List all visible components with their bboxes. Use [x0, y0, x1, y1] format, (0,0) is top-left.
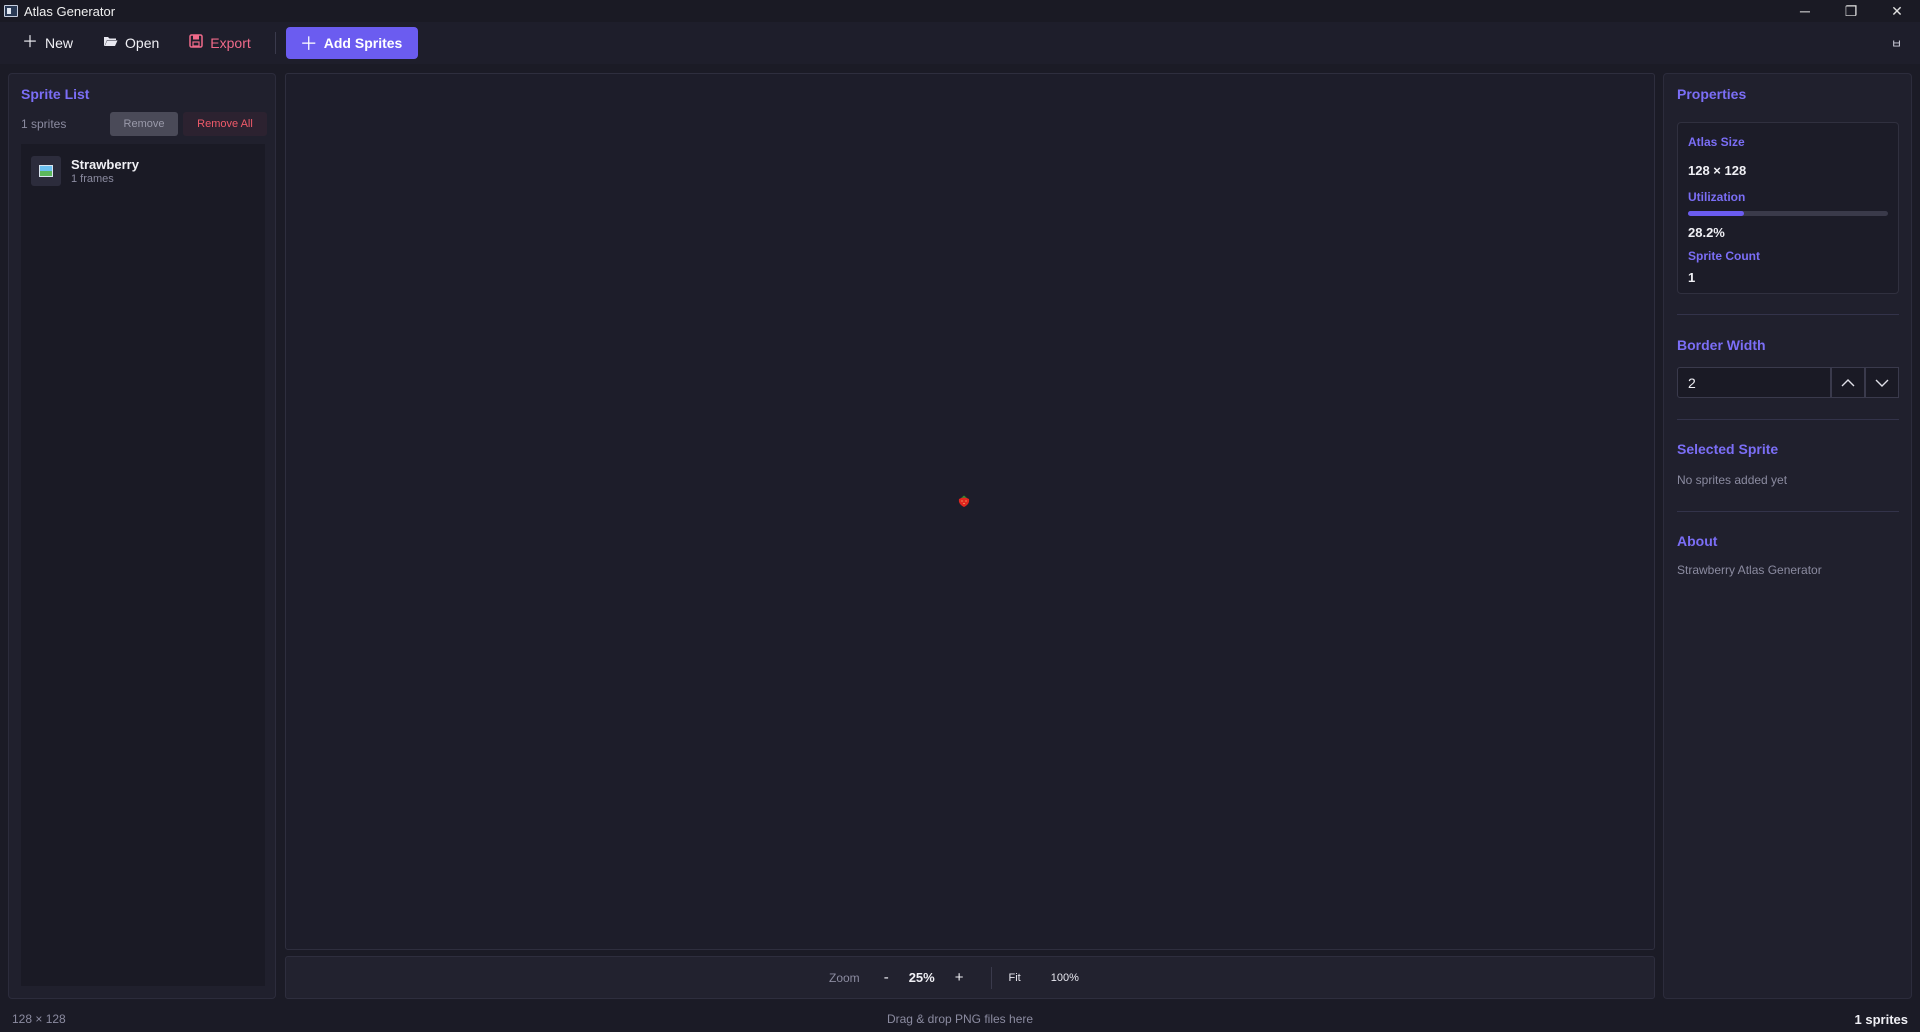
divider: [1677, 419, 1899, 420]
window-title: Atlas Generator: [24, 3, 116, 19]
sprite-list-panel: Sprite List 1 sprites Remove Remove All …: [8, 73, 276, 999]
status-bar: 128 × 128 Drag & drop PNG files here 1 s…: [0, 1007, 1920, 1032]
open-button-label: Open: [125, 35, 160, 51]
plus-icon: ＋: [22, 34, 39, 51]
app-icon: [4, 5, 18, 17]
status-hint: Drag & drop PNG files here: [886, 1012, 1034, 1026]
utilization-bar-fill: [1688, 211, 1745, 216]
export-button[interactable]: Export: [181, 28, 258, 58]
zoom-100-button[interactable]: 100%: [1051, 972, 1079, 984]
toolbar-menu-icon[interactable]: ㅂ: [1891, 35, 1902, 52]
toolbar: ＋ New Open Export ＋ Add Sprites ㅂ: [0, 22, 1920, 64]
add-sprites-button[interactable]: ＋ Add Sprites: [285, 27, 419, 59]
selected-sprite-message: No sprites added yet: [1677, 473, 1788, 487]
close-icon[interactable]: ✕: [1874, 0, 1920, 22]
zoom-fit-button[interactable]: Fit: [1008, 972, 1020, 984]
zoom-bar: Zoom - 25% + Fit 100%: [285, 956, 1655, 999]
zoom-divider: [991, 966, 993, 989]
open-button[interactable]: Open: [95, 28, 167, 58]
about-title: About: [1677, 533, 1718, 549]
sprite-count-label: 1 sprites: [21, 117, 67, 131]
atlas-size-value: 128 × 128: [1688, 163, 1747, 178]
zoom-out-button[interactable]: -: [876, 969, 897, 986]
sprite-list: Strawberry 1 frames: [21, 144, 265, 986]
atlas-canvas[interactable]: [285, 73, 1655, 950]
border-width-title: Border Width: [1677, 337, 1766, 353]
remove-all-button[interactable]: Remove All: [183, 112, 267, 136]
properties-panel: Properties Atlas Size 128 × 128 Utilizat…: [1663, 73, 1912, 999]
add-sprites-label: Add Sprites: [323, 35, 403, 51]
atlas-size-label: Atlas Size: [1688, 135, 1745, 149]
zoom-label: Zoom: [829, 970, 860, 985]
export-button-label: Export: [210, 35, 251, 51]
divider: [1677, 314, 1899, 315]
remove-button[interactable]: Remove: [110, 112, 178, 136]
sprite-count-label: Sprite Count: [1688, 249, 1760, 263]
list-item[interactable]: Strawberry 1 frames: [31, 152, 261, 190]
new-button[interactable]: ＋ New: [14, 28, 81, 58]
utilization-value: 28.2%: [1688, 225, 1725, 240]
divider: [1677, 511, 1899, 512]
sprite-name: Strawberry: [71, 157, 139, 172]
zoom-value: 25%: [908, 970, 935, 985]
status-sprite-count: 1 sprites: [1854, 1012, 1908, 1027]
sprite-list-title: Sprite List: [21, 86, 90, 102]
increment-button[interactable]: [1831, 367, 1865, 398]
sprite-count-value: 1: [1688, 270, 1696, 285]
sprite-item-text: Strawberry 1 frames: [71, 157, 139, 185]
border-width-input[interactable]: 2: [1677, 367, 1831, 398]
atlas-info-box: Atlas Size 128 × 128 Utilization 28.2% S…: [1677, 122, 1899, 294]
new-button-label: New: [45, 35, 74, 51]
utilization-label: Utilization: [1688, 190, 1746, 204]
plus-icon: ＋: [299, 34, 318, 54]
utilization-bar: [1688, 211, 1888, 216]
properties-title: Properties: [1677, 86, 1747, 102]
sprite-frames: 1 frames: [71, 173, 114, 185]
selected-sprite-title: Selected Sprite: [1677, 441, 1779, 457]
zoom-in-button[interactable]: +: [947, 969, 972, 986]
maximize-icon[interactable]: ❐: [1828, 0, 1874, 22]
strawberry-icon[interactable]: [956, 495, 972, 508]
title-bar: Atlas Generator ─ ❐ ✕: [0, 0, 1920, 22]
decrement-button[interactable]: [1865, 367, 1899, 398]
save-icon: [189, 34, 204, 52]
minimize-icon[interactable]: ─: [1782, 0, 1828, 22]
folder-open-icon: [103, 35, 118, 51]
about-text: Strawberry Atlas Generator: [1677, 563, 1822, 577]
toolbar-divider: [274, 32, 276, 54]
image-icon: [31, 156, 61, 186]
window-controls: ─ ❐ ✕: [1782, 0, 1920, 22]
